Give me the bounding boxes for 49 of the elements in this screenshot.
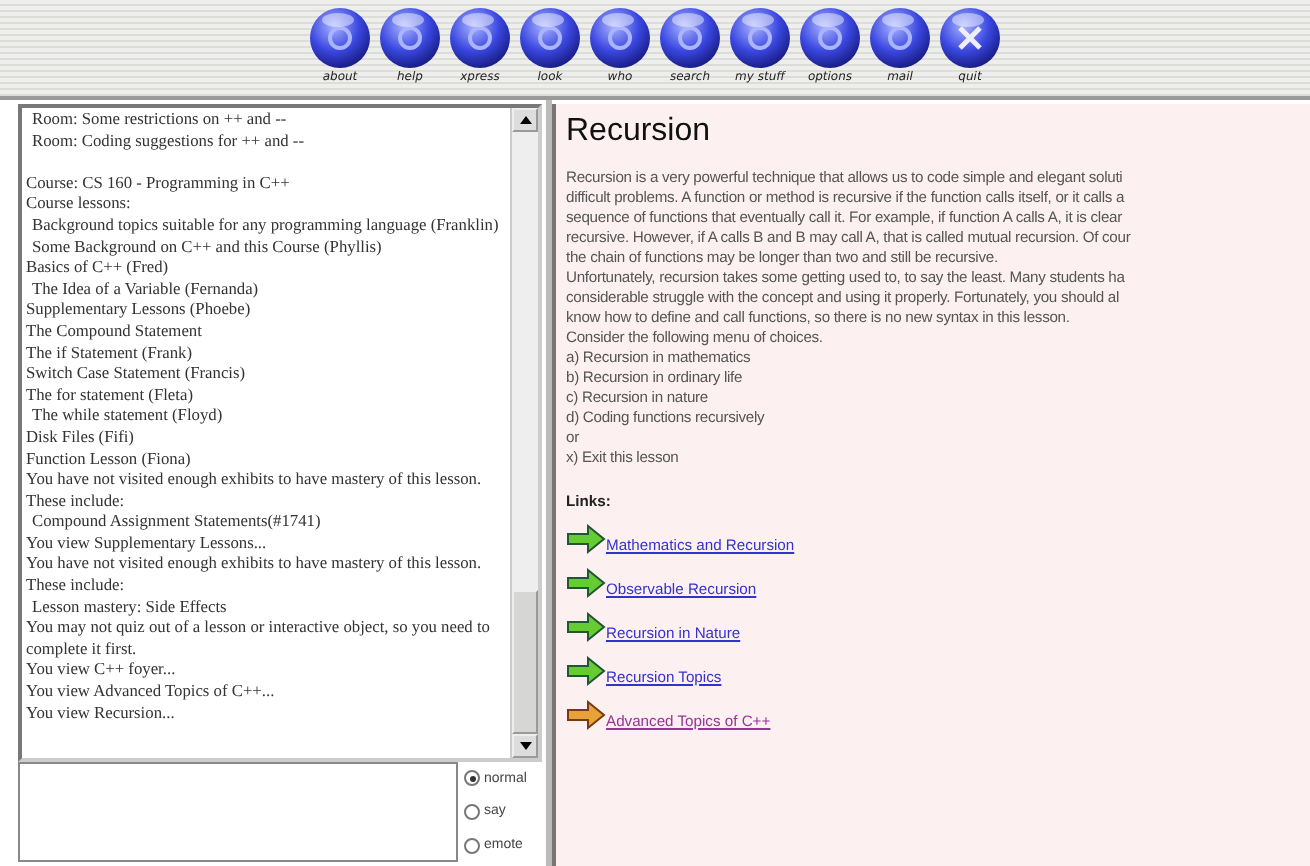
log-message: Room: Coding suggestions for ++ and -- (30, 131, 306, 153)
log-message: The for statement (Fleta) (26, 385, 195, 407)
arrow-icon (566, 700, 606, 732)
log-message: Switch Case Statement (Francis) (26, 364, 248, 386)
log-message: You view Recursion... (26, 703, 177, 725)
log-message: You view Advanced Topics of C++... (26, 682, 277, 704)
log-message: The while statement (Floyd) (30, 406, 225, 428)
log-message: Function Lesson (Fiona) (26, 449, 193, 471)
lesson-title: Recursion (566, 114, 713, 150)
globe-icon (658, 6, 722, 70)
log-message: Room: Some restrictions on ++ and -- (30, 110, 289, 132)
log-message: You may not quiz out of a lesson or interactive object, so you need to complete it first. (26, 618, 492, 661)
arrow-icon (566, 612, 606, 644)
globe-icon (868, 6, 932, 70)
arrow-icon (566, 656, 606, 688)
scroll-down-icon[interactable] (519, 742, 531, 750)
chat-input[interactable] (18, 762, 458, 862)
globe-icon (378, 6, 442, 70)
globe-icon (448, 6, 512, 70)
radio-button[interactable] (464, 803, 480, 820)
log-message: Course lessons: (26, 194, 133, 216)
log-message: Disk Files (Fifi) (26, 427, 136, 449)
scroll-up-icon[interactable] (519, 116, 531, 124)
globe-icon (798, 6, 862, 70)
scrollbar-thumb[interactable] (512, 590, 538, 734)
log-message: Supplementary Lessons (Phoebe) (26, 300, 253, 322)
log-message: You view C++ foyer... (26, 660, 178, 683)
log-message: The Idea of a Variable (Fernanda) (30, 279, 261, 301)
radio-button[interactable] (464, 770, 480, 787)
log-message: You have not visited enough exhibits to have mastery of this lesson. These include: (26, 470, 484, 513)
log-message: Some Background on C++ and this Course (Phyllis) (30, 237, 384, 259)
globe-icon (728, 6, 792, 70)
arrow-icon (566, 524, 606, 556)
log-message: Basics of C++ (Fred) (26, 258, 171, 280)
scrollbar[interactable] (510, 108, 538, 758)
arrow-icon (566, 568, 606, 600)
log-message: The Compound Statement (26, 321, 204, 344)
log-message: The if Statement (Frank) (26, 343, 195, 365)
radio-button[interactable] (464, 837, 480, 854)
log-message: Lesson mastery: Side Effects (30, 597, 229, 619)
globe-icon (588, 6, 652, 70)
log-message: You have not visited enough exhibits to have mastery of this lesson. These include: (26, 554, 484, 598)
globe-icon (938, 6, 1002, 70)
globe-icon (518, 6, 582, 70)
globe-icon (308, 6, 372, 70)
log-message: Course: CS 160 - Programming in C++ (26, 171, 292, 195)
log-message: You view Supplementary Lessons... (26, 533, 269, 555)
log-message: Background topics suitable for any programming language (Franklin) (30, 215, 501, 238)
log-message: Compound Assignment Statements(#1741) (30, 512, 323, 534)
